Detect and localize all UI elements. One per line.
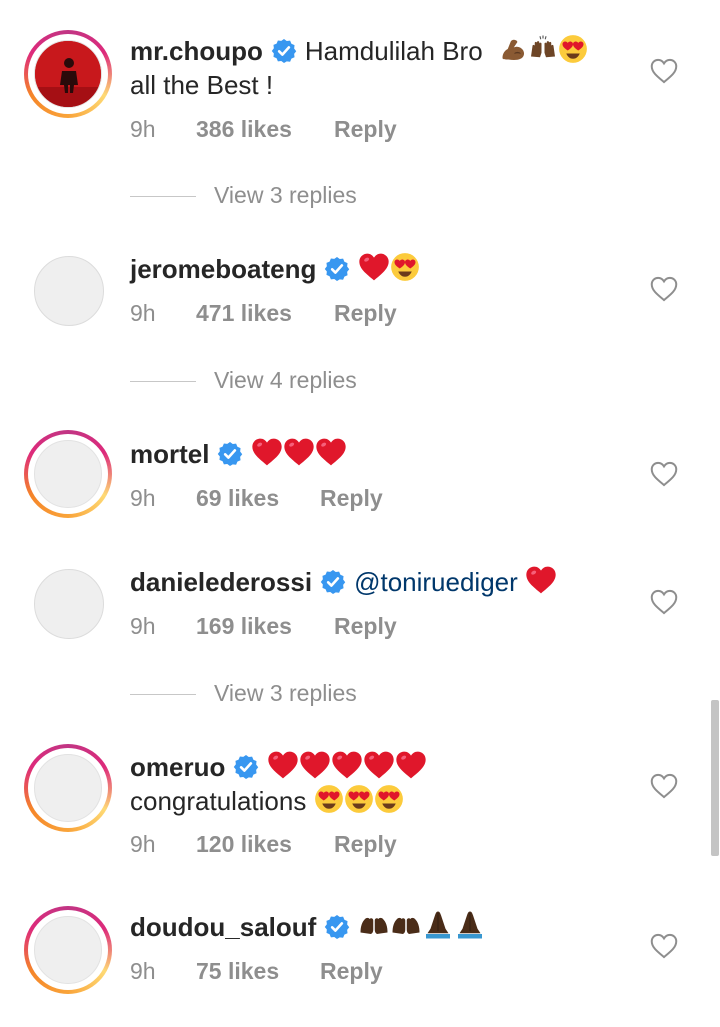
avatar-photo	[34, 40, 102, 108]
palms-up-emoji-icon	[358, 910, 390, 940]
comment-meta: 9h 471 likes Reply	[130, 300, 397, 327]
red-heart-emoji-icon	[283, 437, 315, 467]
view-replies-label: View 3 replies	[214, 680, 357, 706]
heart-eyes-emoji-icon	[390, 252, 420, 282]
flexed-biceps-emoji-icon	[498, 34, 528, 64]
replies-divider	[130, 196, 196, 198]
verified-badge-icon	[324, 914, 350, 940]
heart-eyes-emoji-icon	[314, 784, 344, 814]
comment-text: Hamdulilah Bro	[304, 36, 483, 66]
pray-emoji-icon	[454, 910, 486, 940]
reply-button[interactable]: Reply	[320, 485, 383, 512]
comment-body: danielederossi @toniruediger	[130, 565, 630, 599]
view-replies-label: View 3 replies	[214, 182, 357, 208]
reply-button[interactable]: Reply	[334, 300, 397, 327]
red-heart-emoji-icon	[331, 750, 363, 780]
comment-time: 9h	[130, 613, 156, 639]
red-heart-emoji-icon	[251, 437, 283, 467]
reply-button[interactable]: Reply	[320, 958, 383, 985]
red-heart-emoji-icon	[358, 252, 390, 282]
comment-meta: 9h 75 likes Reply	[130, 958, 383, 985]
avatar[interactable]	[24, 906, 112, 994]
verified-badge-icon	[217, 441, 243, 467]
replies-divider	[130, 694, 196, 696]
comment-meta: 9h 69 likes Reply	[130, 485, 383, 512]
replies-divider	[130, 381, 196, 383]
reply-button[interactable]: Reply	[334, 613, 397, 640]
like-count[interactable]: 471 likes	[196, 300, 334, 327]
red-heart-emoji-icon	[267, 750, 299, 780]
comment-time: 9h	[130, 485, 156, 511]
pray-emoji-icon	[422, 910, 454, 940]
like-count[interactable]: 120 likes	[196, 831, 334, 858]
like-heart-icon[interactable]	[650, 933, 678, 959]
verified-badge-icon	[271, 38, 297, 64]
avatar[interactable]	[24, 30, 112, 118]
comment-time: 9h	[130, 958, 156, 984]
like-count[interactable]: 69 likes	[196, 485, 320, 512]
heart-eyes-emoji-icon	[344, 784, 374, 814]
username[interactable]: omeruo	[130, 752, 225, 782]
comment-body: mortel	[130, 437, 630, 471]
heart-eyes-emoji-icon	[558, 34, 588, 64]
heart-eyes-emoji-icon	[374, 784, 404, 814]
username[interactable]: mr.choupo	[130, 36, 263, 66]
scrollbar[interactable]	[711, 700, 719, 856]
avatar-photo	[34, 754, 102, 822]
like-count[interactable]: 386 likes	[196, 116, 334, 143]
red-heart-emoji-icon	[315, 437, 347, 467]
comment-meta: 9h 386 likes Reply	[130, 116, 397, 143]
red-heart-emoji-icon	[299, 750, 331, 780]
view-replies-button[interactable]: View 3 replies	[130, 182, 357, 212]
like-heart-icon[interactable]	[650, 276, 678, 302]
avatar-photo	[34, 256, 104, 326]
palms-up-emoji-icon	[390, 910, 422, 940]
reply-button[interactable]: Reply	[334, 831, 397, 858]
comment-time: 9h	[130, 116, 156, 142]
like-count[interactable]: 75 likes	[196, 958, 320, 985]
verified-badge-icon	[324, 256, 350, 282]
comment-time: 9h	[130, 831, 156, 857]
avatar[interactable]	[24, 559, 112, 647]
comment-time: 9h	[130, 300, 156, 326]
comment-body: omeruo congratulations	[130, 750, 630, 818]
red-heart-emoji-icon	[525, 565, 557, 595]
view-replies-label: View 4 replies	[214, 367, 357, 393]
avatar[interactable]	[24, 744, 112, 832]
verified-badge-icon	[233, 754, 259, 780]
avatar-photo	[34, 569, 104, 639]
like-heart-icon[interactable]	[650, 773, 678, 799]
comment-body: jeromeboateng	[130, 252, 630, 286]
username[interactable]: danielederossi	[130, 567, 312, 597]
username[interactable]: jeromeboateng	[130, 254, 316, 284]
reply-button[interactable]: Reply	[334, 116, 397, 143]
red-heart-emoji-icon	[395, 750, 427, 780]
raising-hands-emoji-icon	[528, 34, 558, 64]
username[interactable]: mortel	[130, 439, 209, 469]
mention-link[interactable]: @toniruediger	[354, 567, 518, 597]
view-replies-button[interactable]: View 4 replies	[130, 367, 357, 397]
view-replies-button[interactable]: View 3 replies	[130, 680, 357, 710]
comment-text-line2: congratulations	[130, 786, 307, 816]
comment-body: doudou_salouf	[130, 910, 630, 944]
comment-text-line2: all the Best !	[130, 70, 274, 100]
profile-photo-icon	[35, 41, 101, 107]
comment-body: mr.choupo Hamdulilah Bro all the Best !	[130, 34, 630, 102]
avatar[interactable]	[24, 246, 112, 334]
like-heart-icon[interactable]	[650, 461, 678, 487]
verified-badge-icon	[320, 569, 346, 595]
avatar[interactable]	[24, 430, 112, 518]
red-heart-emoji-icon	[363, 750, 395, 780]
like-heart-icon[interactable]	[650, 58, 678, 84]
like-heart-icon[interactable]	[650, 589, 678, 615]
comment-meta: 9h 169 likes Reply	[130, 613, 397, 640]
username[interactable]: doudou_salouf	[130, 912, 316, 942]
avatar-photo	[34, 440, 102, 508]
avatar-photo	[34, 916, 102, 984]
like-count[interactable]: 169 likes	[196, 613, 334, 640]
comment-meta: 9h 120 likes Reply	[130, 831, 397, 858]
